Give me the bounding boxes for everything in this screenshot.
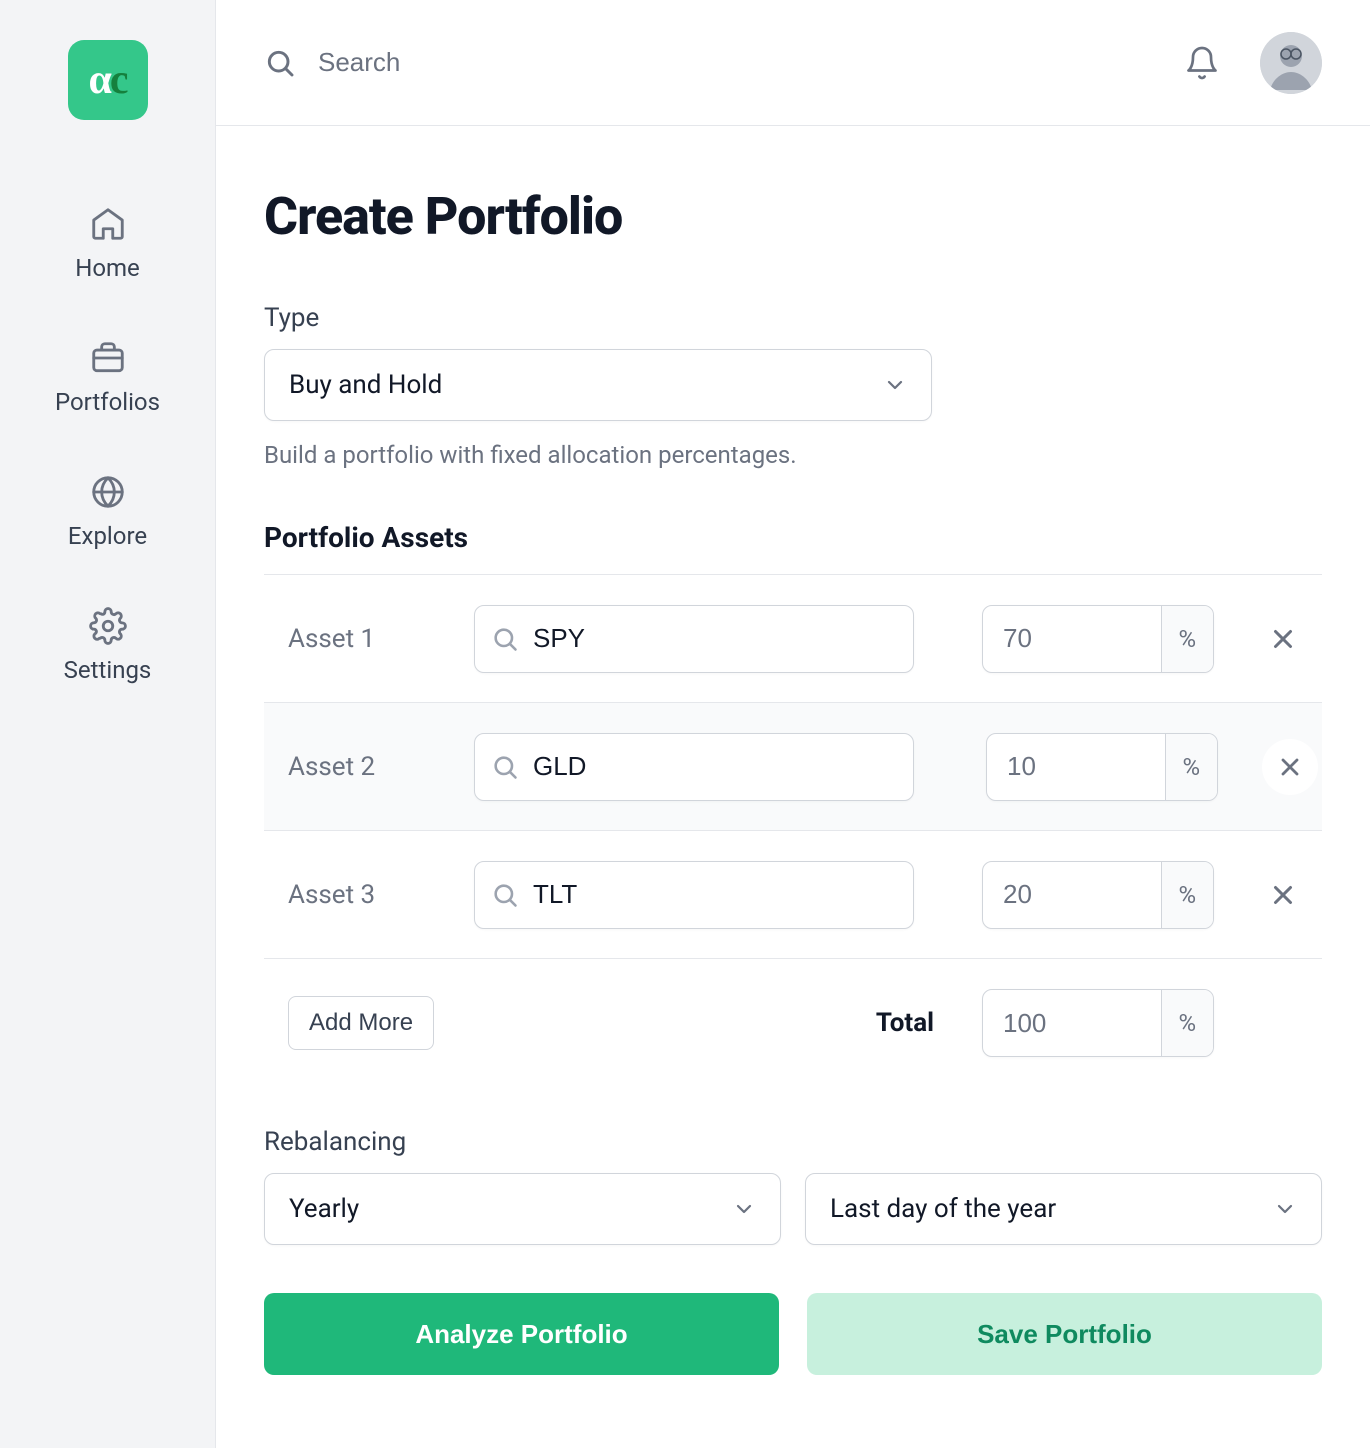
total-input: %	[982, 989, 1214, 1057]
asset-row: Asset 1 %	[264, 575, 1322, 703]
rebalancing-timing-select[interactable]: Last day of the year	[805, 1173, 1322, 1245]
ticker-input[interactable]	[474, 605, 914, 673]
briefcase-icon	[88, 338, 128, 378]
chevron-down-icon	[883, 373, 907, 397]
ticker-field[interactable]	[533, 623, 897, 654]
asset-row-label: Asset 1	[268, 624, 474, 654]
rebalancing-label: Rebalancing	[264, 1127, 1322, 1157]
allocation-input[interactable]: %	[982, 861, 1214, 929]
search-input[interactable]	[318, 47, 1184, 78]
home-icon	[88, 204, 128, 244]
type-label: Type	[264, 303, 1322, 333]
sidebar-item-label: Explore	[68, 522, 147, 550]
ticker-input[interactable]	[474, 861, 914, 929]
sidebar-item-explore[interactable]: Explore	[0, 448, 215, 582]
allocation-input[interactable]: %	[982, 605, 1214, 673]
sidebar: αc Home Portfolios Explore	[0, 0, 216, 1448]
pct-suffix: %	[1161, 606, 1213, 672]
remove-asset-button[interactable]	[1248, 624, 1318, 654]
search-icon	[491, 753, 519, 781]
topbar	[216, 0, 1370, 126]
pct-suffix: %	[1165, 734, 1217, 800]
search-icon	[264, 47, 296, 79]
page-title: Create Portfolio	[264, 186, 1322, 247]
asset-row: Asset 3 %	[264, 831, 1322, 959]
sidebar-item-label: Portfolios	[55, 388, 160, 416]
type-select[interactable]: Buy and Hold	[264, 349, 932, 421]
remove-asset-button[interactable]	[1262, 739, 1318, 795]
avatar[interactable]	[1260, 32, 1322, 94]
remove-asset-button[interactable]	[1248, 880, 1318, 910]
brand-logo-text: αc	[88, 56, 126, 104]
asset-footer-row: Add More Total %	[264, 959, 1322, 1087]
rebalancing-frequency-value: Yearly	[289, 1194, 359, 1224]
asset-table: Asset 1 %	[264, 574, 1322, 1087]
pct-suffix: %	[1161, 990, 1213, 1056]
sidebar-item-settings[interactable]: Settings	[0, 582, 215, 716]
rebalancing-frequency-select[interactable]: Yearly	[264, 1173, 781, 1245]
asset-row-label: Asset 2	[268, 752, 474, 782]
allocation-field[interactable]	[987, 734, 1165, 800]
brand-logo[interactable]: αc	[68, 40, 148, 120]
assets-title: Portfolio Assets	[264, 521, 1322, 554]
bell-icon[interactable]	[1184, 45, 1220, 81]
analyze-portfolio-button[interactable]: Analyze Portfolio	[264, 1293, 779, 1375]
sidebar-item-label: Settings	[64, 656, 152, 684]
content: Create Portfolio Type Buy and Hold Build…	[216, 126, 1370, 1375]
save-portfolio-button[interactable]: Save Portfolio	[807, 1293, 1322, 1375]
main: Create Portfolio Type Buy and Hold Build…	[216, 0, 1370, 1448]
pct-suffix: %	[1161, 862, 1213, 928]
globe-icon	[88, 472, 128, 512]
chevron-down-icon	[732, 1197, 756, 1221]
search-icon	[491, 881, 519, 909]
sidebar-item-label: Home	[75, 254, 140, 282]
allocation-field[interactable]	[983, 862, 1161, 928]
allocation-input[interactable]: %	[986, 733, 1218, 801]
ticker-field[interactable]	[533, 751, 897, 782]
add-more-button[interactable]: Add More	[288, 996, 434, 1050]
search-icon	[491, 625, 519, 653]
ticker-field[interactable]	[533, 879, 897, 910]
chevron-down-icon	[1273, 1197, 1297, 1221]
rebalancing-timing-value: Last day of the year	[830, 1194, 1056, 1224]
total-label: Total	[876, 1008, 934, 1038]
ticker-input[interactable]	[474, 733, 914, 801]
allocation-field[interactable]	[983, 606, 1161, 672]
type-helper: Build a portfolio with fixed allocation …	[264, 441, 1322, 469]
sidebar-nav: Home Portfolios Explore Settings	[0, 180, 215, 716]
type-select-value: Buy and Hold	[289, 370, 442, 400]
total-field	[983, 990, 1161, 1056]
search-wrap	[264, 47, 1184, 79]
sidebar-item-home[interactable]: Home	[0, 180, 215, 314]
asset-row-label: Asset 3	[268, 880, 474, 910]
gear-icon	[88, 606, 128, 646]
asset-row: Asset 2 %	[264, 703, 1322, 831]
sidebar-item-portfolios[interactable]: Portfolios	[0, 314, 215, 448]
